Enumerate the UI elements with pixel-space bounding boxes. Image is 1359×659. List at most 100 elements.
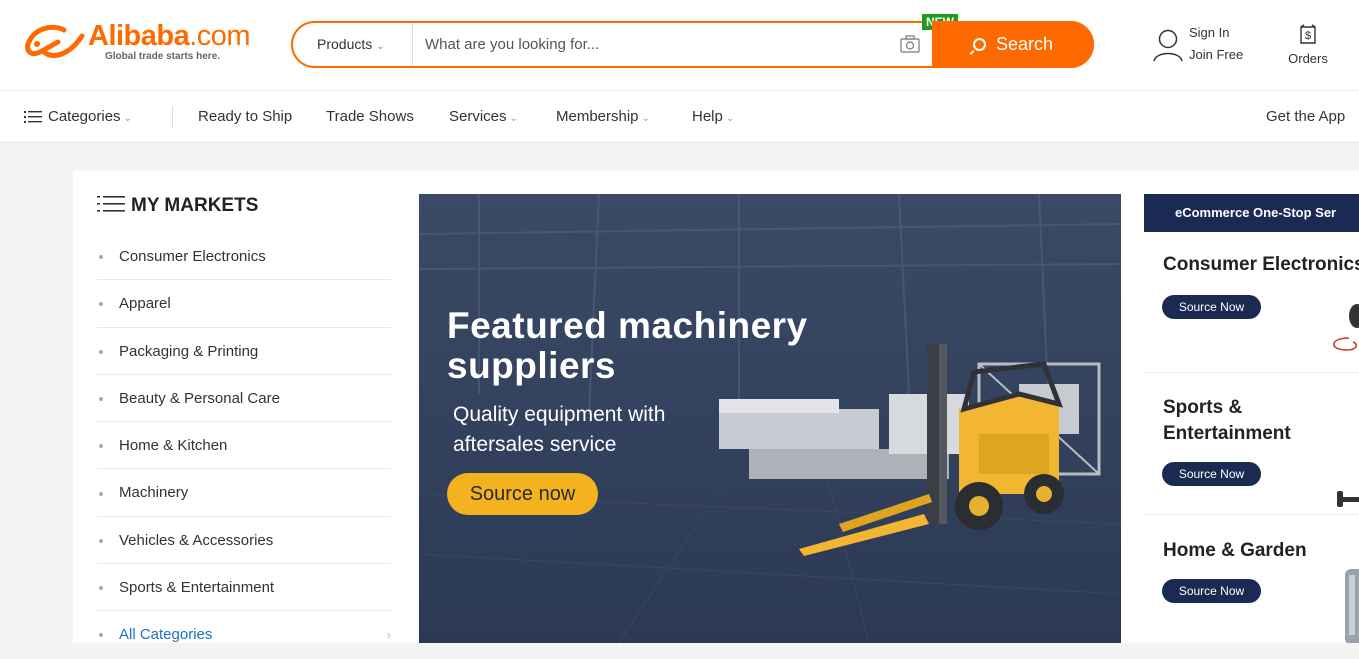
search-bar: Products⌄ NEW Search [291,14,1094,68]
nav-categories[interactable]: Categories ⌄ [24,91,132,143]
alibaba-logo[interactable]: Alibaba.com Global trade starts here. [24,20,254,70]
search-category-label: Products [317,36,373,52]
bullet [99,633,103,638]
bullet [99,491,103,496]
market-item-all-categories[interactable]: All Categories › [97,611,391,658]
chevron-right-icon: › [386,627,391,643]
market-item-label: Beauty & Personal Care [119,389,280,407]
ecommerce-one-stop-panel: eCommerce One-Stop Ser Consumer Electron… [1144,194,1359,643]
banner-subtitle-line2: aftersales service [453,433,617,456]
banner-headline: Featured machinery suppliers [447,306,808,386]
nav-help[interactable]: Help ⌄ [692,91,734,143]
banner-subtitle: Quality equipment with aftersales servic… [453,400,665,460]
chevron-down-icon: ⌄ [123,113,132,124]
side-card-home-garden[interactable]: Home & Garden Source Now [1144,515,1359,643]
search-category-select[interactable]: Products ⌄ [293,23,413,66]
side-card-title: Consumer Electronics [1163,254,1359,275]
side-card-title-line1: Sports & [1163,397,1243,418]
my-markets-title: MY MARKETS [97,191,391,221]
search-button[interactable]: Search [932,21,1094,68]
market-item-sports-entertainment[interactable]: Sports & Entertainment [97,564,391,612]
account-menu[interactable]: Sign In Join Free [1150,25,1260,69]
side-card-sports-entertainment[interactable]: Sports & Entertainment Source Now [1144,373,1359,515]
search-input[interactable] [425,29,885,60]
bullet [99,349,103,354]
nav-categories-label: Categories [48,108,121,125]
nav-ready-to-ship[interactable]: Ready to Ship [198,91,292,143]
market-item-home-kitchen[interactable]: Home & Kitchen [97,422,391,470]
nav-services-label: Services [449,108,507,125]
join-free-link[interactable]: Join Free [1189,47,1243,62]
market-item-label: Home & Kitchen [119,437,228,455]
logo-domain: .com [189,20,251,52]
market-item-label: Sports & Entertainment [119,579,275,597]
market-item-label: Packaging & Printing [119,342,259,360]
nav-services[interactable]: Services ⌄ [449,91,518,143]
orders-label: Orders [1288,51,1328,66]
search-icon [972,38,986,51]
source-now-button[interactable]: Source now [447,473,598,515]
market-item-label: Consumer Electronics [119,248,266,265]
site-header: Alibaba.com Global trade starts here. Pr… [0,0,1359,90]
sign-in-link[interactable]: Sign In [1189,25,1229,40]
market-item-label: Machinery [119,484,189,502]
logo-tagline: Global trade starts here. [105,51,221,62]
bullet [99,444,103,449]
market-item-consumer-electronics[interactable]: Consumer Electronics [97,233,391,281]
side-card-consumer-electronics[interactable]: Consumer Electronics Source Now [1144,232,1359,373]
logo-name: Alibaba [88,20,190,52]
orders-icon: $ [1300,24,1316,44]
market-item-label: Apparel [119,295,171,313]
svg-text:$: $ [1305,30,1311,42]
side-card-title: Home & Garden [1163,540,1307,561]
market-item-apparel[interactable]: Apparel [97,280,391,328]
source-now-button[interactable]: Source Now [1162,462,1261,486]
side-panel-header[interactable]: eCommerce One-Stop Ser [1144,194,1359,232]
menu-list-icon [97,196,125,212]
main-nav: Categories ⌄ Ready to Ship Trade Shows Se… [0,90,1359,143]
bullet [99,586,103,591]
my-markets-panel: MY MARKETS Consumer Electronics Apparel … [97,191,391,659]
bullet [99,255,103,260]
bullet [99,302,103,307]
main-content: MY MARKETS Consumer Electronics Apparel … [73,171,1359,643]
bullet [99,396,103,401]
kettle-image [1345,569,1359,643]
bullet [99,538,103,543]
my-markets-title-text: MY MARKETS [131,195,259,216]
side-card-title-line2: Entertainment [1163,423,1291,444]
banner-subtitle-line1: Quality equipment with [453,403,666,426]
nav-divider [172,106,173,128]
chevron-down-icon: ⌄ [376,41,385,52]
user-icon [1153,29,1183,62]
side-card-title: Sports & Entertainment [1163,395,1291,447]
orders-button[interactable]: $ Orders [1283,24,1333,68]
search-button-label: Search [995,34,1054,54]
headphones-image [1333,304,1359,351]
banner-headline-line1: Featured machinery [447,305,808,346]
nav-help-label: Help [692,108,723,125]
source-now-button[interactable]: Source Now [1162,579,1261,603]
nav-trade-shows[interactable]: Trade Shows [326,91,414,143]
chevron-down-icon: ⌄ [725,113,735,124]
market-item-label: Vehicles & Accessories [119,531,274,549]
featured-banner[interactable]: Featured machinery suppliers Quality equ… [419,194,1121,643]
dumbbell-image [1337,491,1359,507]
camera-icon[interactable] [900,35,920,53]
market-item-label: All Categories [119,626,213,644]
alibaba-smile-icon [25,24,85,58]
source-now-button[interactable]: Source Now [1162,295,1261,319]
market-item-machinery[interactable]: Machinery [97,469,391,517]
market-item-packaging-printing[interactable]: Packaging & Printing [97,328,391,375]
market-item-beauty-personal-care[interactable]: Beauty & Personal Care [97,375,391,423]
banner-headline-line2: suppliers [447,345,616,386]
chevron-down-icon: ⌄ [509,113,518,124]
chevron-down-icon: ⌄ [641,113,650,124]
nav-membership[interactable]: Membership ⌄ [556,91,650,143]
market-item-vehicles-accessories[interactable]: Vehicles & Accessories [97,517,391,565]
list-icon [24,111,42,124]
nav-get-app[interactable]: Get the App [1266,91,1345,143]
market-list: Consumer Electronics Apparel Packaging &… [97,233,391,659]
nav-membership-label: Membership [556,108,639,125]
logo-wordmark: Alibaba.com [88,20,251,53]
